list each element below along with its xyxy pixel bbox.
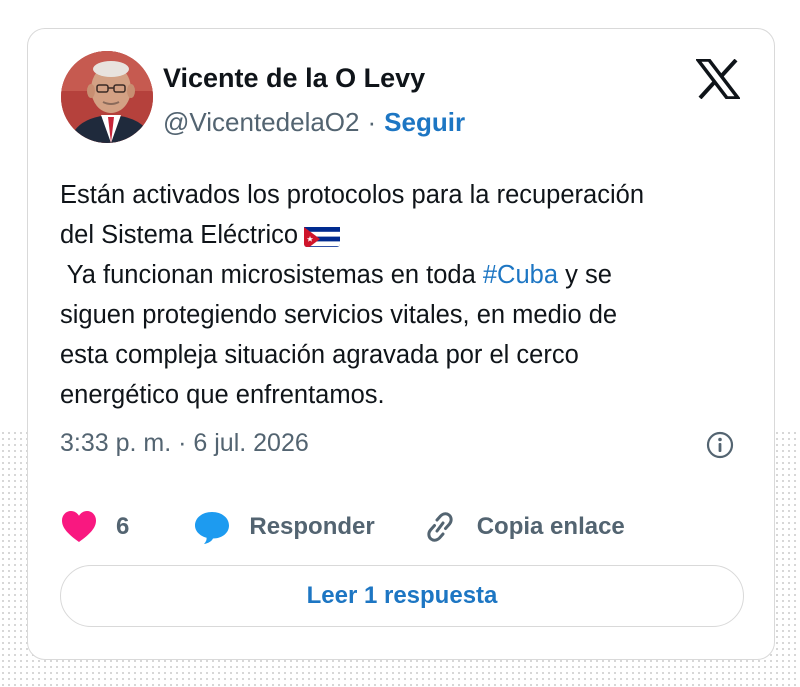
cuba-flag-icon (304, 223, 341, 247)
hashtag-link[interactable]: #Cuba (483, 261, 558, 289)
tweet-line-text: del Sistema Eléctrico (60, 221, 299, 249)
tweet-line-text: Ya funcionan microsistemas en toda (60, 261, 483, 289)
tweet-line-with-hashtag: Ya funcionan microsistemas en toda #Cuba… (60, 255, 750, 295)
handle-row: @VicentedelaO2 · Seguir (163, 107, 465, 138)
tweet-actions: 6 Responder Copia enlace (60, 505, 750, 549)
like-count: 6 (116, 513, 130, 540)
x-logo-icon[interactable] (694, 58, 742, 100)
reply-button[interactable]: Responder (193, 509, 375, 545)
tweet-card: Vicente de la O Levy @VicentedelaO2 · Se… (27, 28, 775, 660)
copy-link-label: Copia enlace (476, 513, 625, 540)
read-replies-button[interactable]: Leer 1 respuesta (60, 565, 744, 627)
avatar[interactable] (61, 51, 153, 143)
author-name[interactable]: Vicente de la O Levy (163, 63, 425, 94)
like-button[interactable]: 6 (60, 509, 129, 545)
info-icon[interactable] (706, 431, 734, 459)
tweet-line: siguen protegiendo servicios vitales, en… (60, 301, 618, 329)
author-handle[interactable]: @VicentedelaO2 (163, 107, 360, 138)
heart-icon (60, 509, 98, 545)
tweet-header: Vicente de la O Levy @VicentedelaO2 · Se… (28, 29, 774, 159)
link-icon (421, 509, 459, 545)
tweet-line: esta compleja situación agravada por el … (60, 341, 579, 369)
speech-bubble-icon (193, 509, 231, 545)
reply-label: Responder (249, 513, 375, 540)
tweet-line: Están activados los protocolos para la r… (60, 181, 644, 209)
follow-link[interactable]: Seguir (384, 107, 465, 138)
tweet-line-with-flag: del Sistema Eléctrico (60, 215, 750, 255)
tweet-line-text: y se (558, 261, 612, 289)
tweet-body: Están activados los protocolos para la r… (60, 175, 750, 415)
tweet-timestamp[interactable]: 3:33 p. m. · 6 jul. 2026 (60, 429, 309, 458)
separator-dot: · (367, 107, 377, 137)
copy-link-button[interactable]: Copia enlace (421, 509, 625, 545)
tweet-line: energético que enfrentamos. (60, 381, 385, 409)
